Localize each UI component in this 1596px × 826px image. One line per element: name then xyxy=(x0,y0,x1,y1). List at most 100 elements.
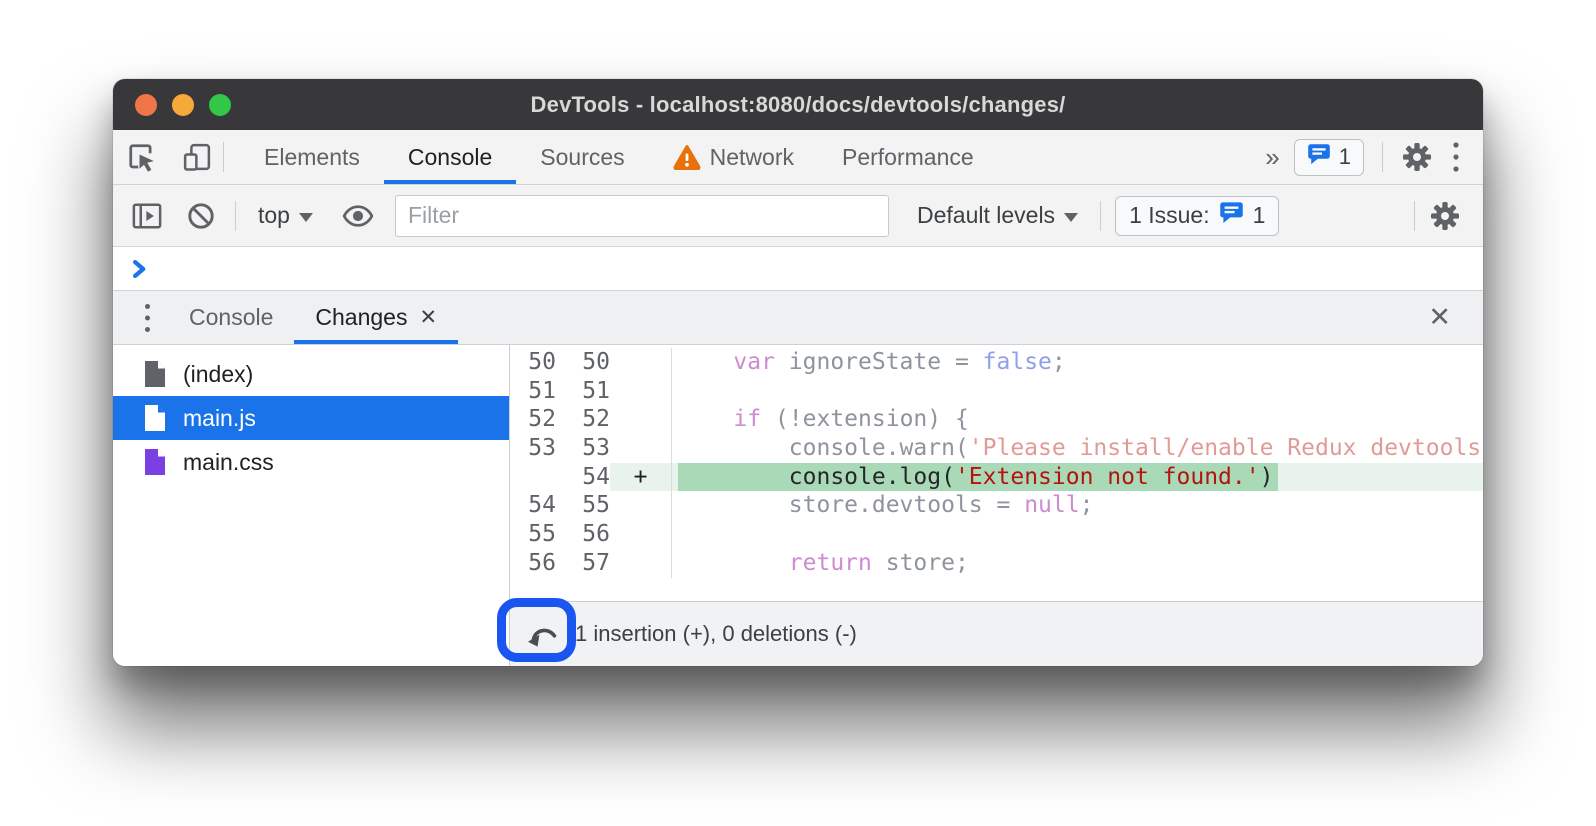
diff-marker xyxy=(610,348,671,377)
file-icon xyxy=(143,359,167,389)
tab-label: Network xyxy=(710,144,794,171)
code-line xyxy=(672,520,1483,549)
new-line-number: 52 xyxy=(556,405,610,434)
code-line: return store; xyxy=(672,549,1483,578)
context-label: top xyxy=(258,202,290,229)
old-line-number: 50 xyxy=(510,348,556,377)
toolbar-divider xyxy=(1414,201,1415,231)
tab-label: Performance xyxy=(842,144,974,171)
diff-row: 5252 if (!extension) { xyxy=(510,405,1483,434)
diff-marker xyxy=(610,520,671,549)
diff-marker xyxy=(610,549,671,578)
more-tabs-icon[interactable]: » xyxy=(1251,142,1293,173)
changes-panel: (index) main.js main.css 5050 var ignoreSt… xyxy=(113,345,1483,601)
device-toolbar-icon[interactable] xyxy=(171,142,223,172)
new-line-number: 50 xyxy=(556,348,610,377)
tab-performance[interactable]: Performance xyxy=(818,130,998,184)
message-badge-count: 1 xyxy=(1339,144,1351,170)
file-name: (index) xyxy=(183,361,253,388)
issues-label: 1 Issue: xyxy=(1129,202,1210,229)
drawer-close-icon[interactable]: ✕ xyxy=(1396,291,1483,344)
tab-label: Console xyxy=(408,144,492,171)
file-icon xyxy=(143,403,167,433)
diff-marker xyxy=(610,434,671,463)
clear-console-icon[interactable] xyxy=(181,202,221,230)
tab-console[interactable]: Console xyxy=(384,130,516,184)
live-expression-eye-icon[interactable] xyxy=(335,203,381,229)
tab-label: Elements xyxy=(264,144,360,171)
toolbar-divider xyxy=(1100,201,1101,231)
file-name: main.css xyxy=(183,449,274,476)
revert-changes-icon[interactable] xyxy=(524,616,562,652)
diff-view: 5050 var ignoreState = false;51515252 if… xyxy=(510,345,1483,601)
javascript-context-dropdown[interactable]: top xyxy=(250,202,321,229)
file-item-index[interactable]: (index) xyxy=(113,352,509,396)
log-levels-dropdown[interactable]: Default levels xyxy=(909,202,1086,229)
inspect-element-icon[interactable] xyxy=(113,142,171,172)
diff-marker xyxy=(610,377,671,406)
code-line: if (!extension) { xyxy=(672,405,1483,434)
diff-marker xyxy=(610,405,671,434)
console-settings-gear-icon[interactable] xyxy=(1429,200,1461,232)
chevron-down-icon xyxy=(1064,213,1078,222)
tab-close-icon[interactable]: ✕ xyxy=(419,305,437,330)
diff-row: 5050 var ignoreState = false; xyxy=(510,348,1483,377)
code-line: var ignoreState = false; xyxy=(672,348,1483,377)
tab-network[interactable]: Network xyxy=(649,130,818,184)
diff-row: 5455 store.devtools = null; xyxy=(510,491,1483,520)
settings-gear-icon[interactable] xyxy=(1401,141,1433,173)
diff-marker: + xyxy=(610,463,671,492)
code-line: console.log('Extension not found.') xyxy=(672,463,1483,492)
old-line-number: 56 xyxy=(510,549,556,578)
old-line-number: 53 xyxy=(510,434,556,463)
issues-count: 1 xyxy=(1253,202,1266,229)
new-line-number: 56 xyxy=(556,520,610,549)
new-line-number: 57 xyxy=(556,549,610,578)
file-name: main.js xyxy=(183,405,256,432)
diff-row: 5151 xyxy=(510,377,1483,406)
chevron-down-icon xyxy=(299,213,313,222)
changed-files-list: (index) main.js main.css xyxy=(113,345,510,601)
status-row: 1 insertion (+), 0 deletions (-) xyxy=(113,601,1483,666)
title-bar: DevTools - localhost:8080/docs/devtools/… xyxy=(113,79,1483,130)
main-menu-kebab-icon[interactable] xyxy=(1451,140,1461,174)
warning-icon xyxy=(673,144,701,170)
filter-input[interactable] xyxy=(395,195,889,237)
drawer-tab-console[interactable]: Console xyxy=(168,291,294,344)
file-item-main.css[interactable]: main.css xyxy=(113,440,509,484)
tab-label: Sources xyxy=(540,144,624,171)
console-messages-badge[interactable]: 1 xyxy=(1294,139,1364,176)
toolbar-divider xyxy=(1382,142,1383,172)
diff-row: 5657 return store; xyxy=(510,549,1483,578)
console-toolbar: top Default levels 1 Issue: 1 xyxy=(113,185,1483,247)
diff-row: 5353 console.warn('Please install/enable… xyxy=(510,434,1483,463)
console-prompt-row[interactable] xyxy=(113,247,1483,291)
drawer-tab-changes[interactable]: Changes✕ xyxy=(294,291,458,344)
tab-sources[interactable]: Sources xyxy=(516,130,648,184)
old-line-number xyxy=(510,463,556,492)
diff-marker xyxy=(610,491,671,520)
show-console-sidebar-icon[interactable] xyxy=(127,202,167,230)
drawer-tab-label: Console xyxy=(189,304,273,331)
file-item-main.js[interactable]: main.js xyxy=(113,396,509,440)
new-line-number: 54 xyxy=(556,463,610,492)
toolbar-divider xyxy=(235,201,236,231)
drawer-tab-strip: Console Changes✕ xyxy=(168,291,458,344)
status-bar-left-spacer xyxy=(113,601,510,666)
old-line-number: 52 xyxy=(510,405,556,434)
issues-button[interactable]: 1 Issue: 1 xyxy=(1115,196,1279,236)
console-prompt-chevron-icon xyxy=(131,259,148,279)
code-line xyxy=(672,377,1483,406)
toolbar-right-cluster: 1 xyxy=(1294,139,1483,176)
diff-row: 5556 xyxy=(510,520,1483,549)
file-icon xyxy=(143,447,167,477)
drawer-menu-kebab-icon[interactable] xyxy=(113,291,168,344)
code-line: store.devtools = null; xyxy=(672,491,1483,520)
new-line-number: 51 xyxy=(556,377,610,406)
code-line: console.warn('Please install/enable Redu… xyxy=(672,434,1483,463)
log-levels-label: Default levels xyxy=(917,202,1055,229)
window-title: DevTools - localhost:8080/docs/devtools/… xyxy=(113,92,1483,118)
message-bubble-icon xyxy=(1307,143,1331,172)
toolbar-divider xyxy=(223,142,224,172)
tab-elements[interactable]: Elements xyxy=(240,130,384,184)
